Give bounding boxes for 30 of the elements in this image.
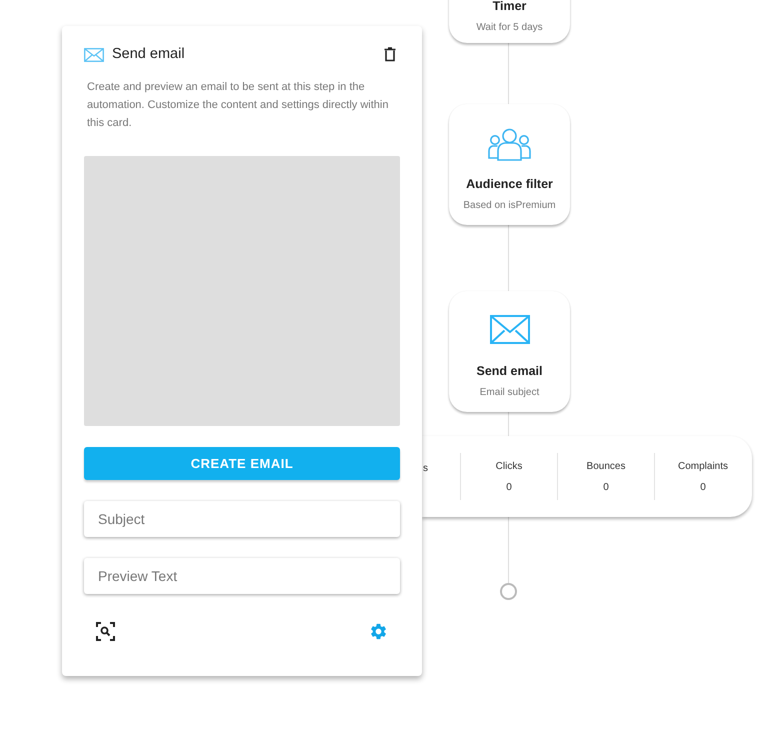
- stat-label: Clicks: [496, 460, 522, 474]
- envelope-icon: [84, 48, 104, 62]
- search-icon: [96, 622, 115, 641]
- preview-button[interactable]: [96, 622, 115, 641]
- panel-description: Create and preview an email to be sent at this step in the automation. Customize the content and settings directly within this card.: [87, 80, 390, 131]
- stat-label: Complaints: [678, 460, 728, 474]
- panel-title: Send email: [112, 45, 185, 64]
- stat-label: s: [423, 462, 428, 476]
- settings-icon: [369, 622, 388, 641]
- node-title: Timer: [492, 0, 526, 16]
- trash-icon: [384, 47, 396, 62]
- delete-button[interactable]: [384, 47, 396, 62]
- text-field[interactable]: Subject: [84, 500, 400, 537]
- flow-node[interactable]: Timer Wait for 5 days: [449, 0, 570, 43]
- node-subtitle: Wait for 5 days: [476, 21, 543, 35]
- stat-value: 0: [700, 480, 706, 494]
- stat-label: Bounces: [586, 460, 626, 474]
- node-subtitle: Email subject: [480, 386, 540, 400]
- node-title: Send email: [476, 363, 542, 380]
- stat-value: 0: [506, 480, 512, 494]
- flow-node[interactable]: Audience filter Based on isPremium: [449, 104, 570, 225]
- envelope-icon: [490, 315, 530, 344]
- settings-button[interactable]: [369, 622, 388, 641]
- end-node: [500, 583, 517, 600]
- flow-node[interactable]: Send email Email subject: [449, 291, 570, 412]
- stat-value: 0: [603, 480, 609, 494]
- text-field[interactable]: Preview Text: [84, 558, 400, 594]
- node-subtitle: Based on isPremium: [463, 199, 556, 213]
- node-title: Audience filter: [466, 176, 553, 194]
- people-icon: [488, 128, 531, 162]
